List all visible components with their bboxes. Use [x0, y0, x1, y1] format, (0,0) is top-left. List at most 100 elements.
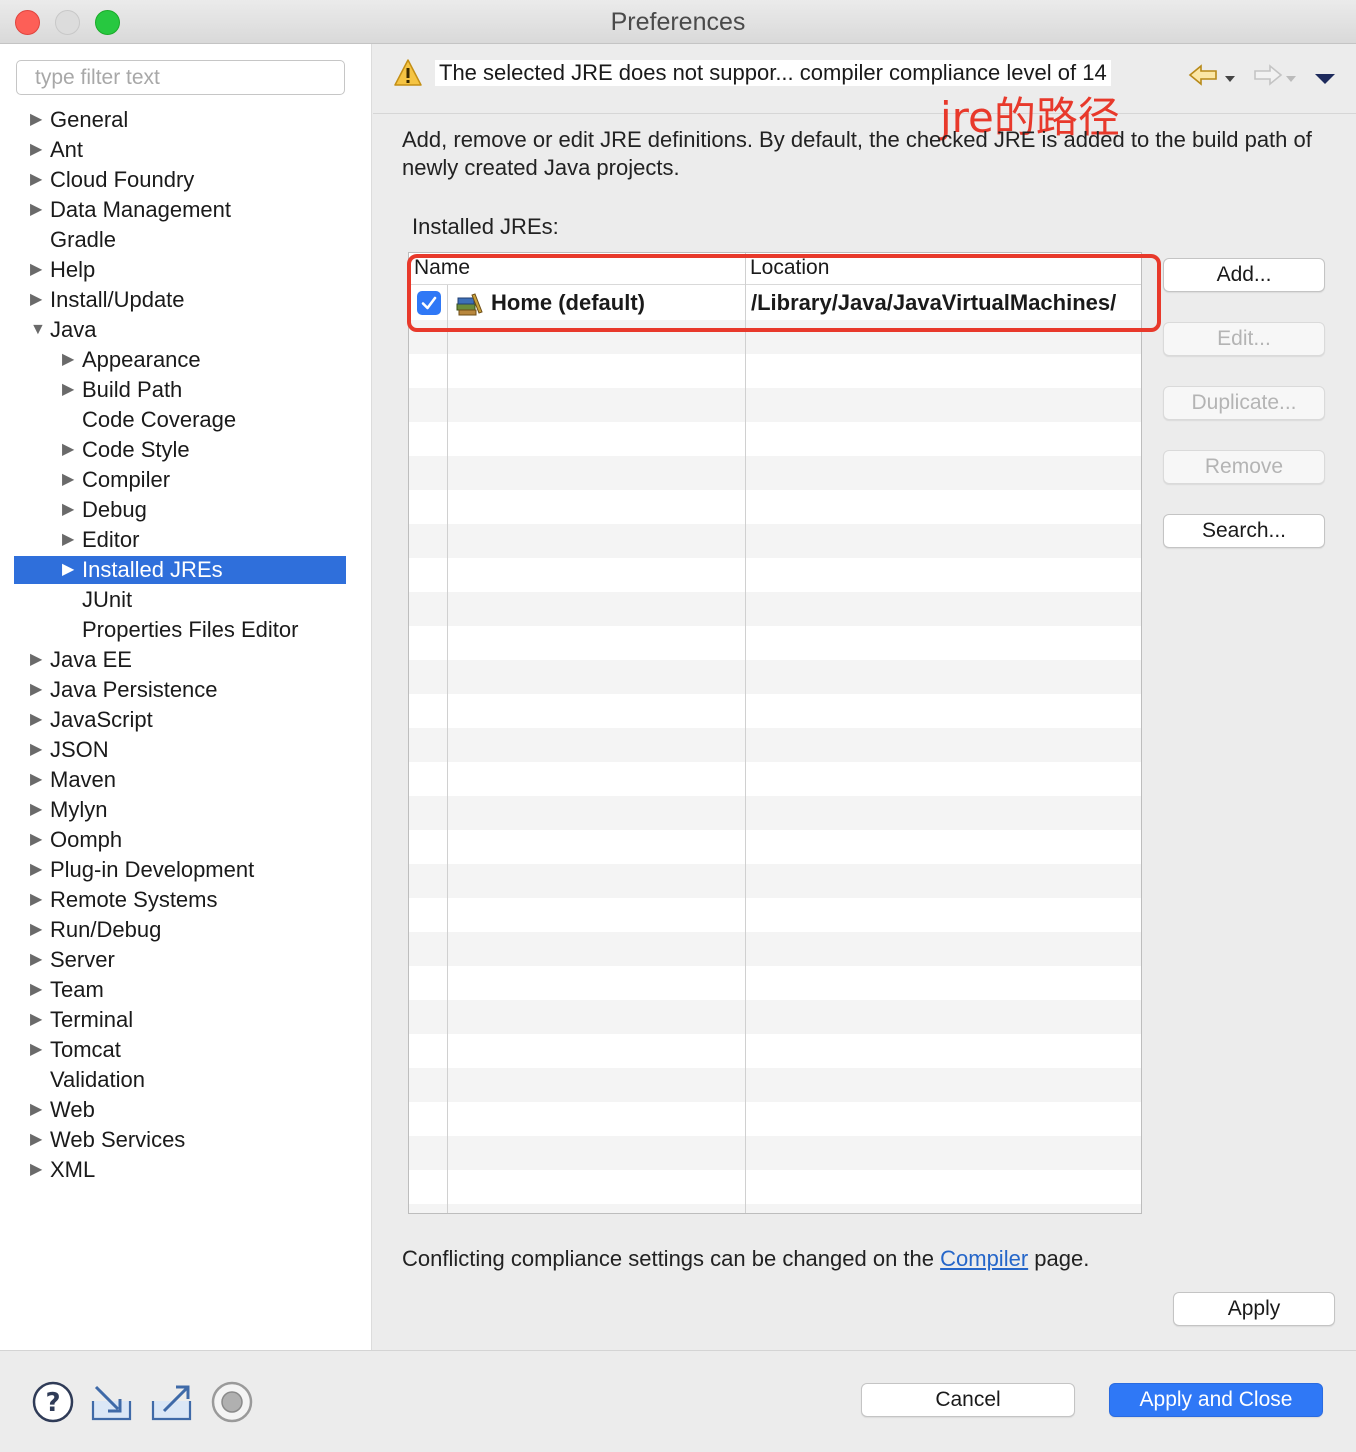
collapsed-arrow-icon[interactable]: ▶ — [30, 676, 42, 704]
record-icon[interactable] — [210, 1381, 254, 1423]
tree-item[interactable]: ▶ Java EE — [14, 646, 346, 674]
collapsed-arrow-icon[interactable]: ▶ — [30, 1126, 42, 1154]
empty-table-row — [409, 1204, 1141, 1213]
tree-item[interactable]: ▶ Cloud Foundry — [14, 166, 346, 194]
tree-item-label: JavaScript — [50, 707, 153, 732]
cancel-button[interactable]: Cancel — [861, 1383, 1075, 1417]
tree-item-label: Editor — [82, 527, 140, 552]
tree-item[interactable]: ▶ Terminal — [14, 1006, 346, 1034]
tree-item[interactable]: ▶ Tomcat — [14, 1036, 346, 1064]
tree-item[interactable]: ▶ Debug — [14, 496, 346, 524]
tree-item-label: Terminal — [50, 1007, 134, 1032]
collapsed-arrow-icon[interactable]: ▶ — [30, 136, 42, 164]
collapsed-arrow-icon[interactable]: ▶ — [30, 1096, 42, 1124]
view-menu-icon[interactable] — [1313, 72, 1337, 86]
tree-item-label: General — [50, 107, 129, 132]
collapsed-arrow-icon[interactable]: ▶ — [30, 856, 42, 884]
collapsed-arrow-icon[interactable]: ▶ — [30, 166, 42, 194]
tree-item[interactable]: ▶ Team — [14, 976, 346, 1004]
tree-item[interactable]: ▶ Data Management — [14, 196, 346, 224]
collapsed-arrow-icon[interactable]: ▶ — [30, 256, 42, 284]
collapsed-arrow-icon[interactable]: ▶ — [30, 706, 42, 734]
empty-table-row — [409, 524, 1141, 558]
remove-jre-button[interactable]: Remove — [1163, 450, 1325, 484]
tree-item[interactable]: ▶ General — [14, 106, 346, 134]
edit-jre-button[interactable]: Edit... — [1163, 322, 1325, 356]
duplicate-jre-button[interactable]: Duplicate... — [1163, 386, 1325, 420]
collapsed-arrow-icon[interactable]: ▶ — [62, 526, 74, 554]
back-arrow-icon[interactable] — [1188, 64, 1222, 86]
collapsed-arrow-icon[interactable]: ▶ — [30, 646, 42, 674]
forward-history-dropdown-icon[interactable] — [1285, 74, 1297, 84]
tree-item[interactable]: Properties Files Editor — [14, 616, 346, 644]
tree-item[interactable]: JUnit — [14, 586, 346, 614]
apply-button[interactable]: Apply — [1173, 1292, 1335, 1326]
tree-item[interactable]: ▶ Run/Debug — [14, 916, 346, 944]
tree-item[interactable]: ▼ Java — [14, 316, 346, 344]
collapsed-arrow-icon[interactable]: ▶ — [30, 916, 42, 944]
tree-item[interactable]: ▶ Code Style — [14, 436, 346, 464]
tree-item-label: Code Style — [82, 437, 190, 462]
tree-item[interactable]: ▶ Oomph — [14, 826, 346, 854]
tree-item[interactable]: ▶ JSON — [14, 736, 346, 764]
collapsed-arrow-icon[interactable]: ▶ — [30, 736, 42, 764]
collapsed-arrow-icon[interactable]: ▶ — [30, 976, 42, 1004]
collapsed-arrow-icon[interactable]: ▶ — [30, 106, 42, 134]
tree-item[interactable]: ▶ Ant — [14, 136, 346, 164]
collapsed-arrow-icon[interactable]: ▶ — [62, 556, 74, 584]
search-jre-button[interactable]: Search... — [1163, 514, 1325, 548]
tree-item-label: Help — [50, 257, 96, 282]
tree-item[interactable]: ▶ Help — [14, 256, 346, 284]
installed-jres-table[interactable]: Name Location Home (default) /Library/Ja… — [408, 252, 1142, 1214]
tree-item[interactable]: Validation — [14, 1066, 346, 1094]
tree-item[interactable]: Gradle — [14, 226, 346, 254]
tree-item[interactable]: ▶ Compiler — [14, 466, 346, 494]
tree-item[interactable]: ▶ Remote Systems — [14, 886, 346, 914]
tree-item[interactable]: ▶ Maven — [14, 766, 346, 794]
tree-item[interactable]: Code Coverage — [14, 406, 346, 434]
add-jre-button[interactable]: Add... — [1163, 258, 1325, 292]
tree-item-label: Plug-in Development — [50, 857, 255, 882]
tree-item[interactable]: ▶ XML — [14, 1156, 346, 1184]
tree-item[interactable]: ▶ Plug-in Development — [14, 856, 346, 884]
collapsed-arrow-icon[interactable]: ▶ — [30, 886, 42, 914]
tree-item[interactable]: ▶ Server — [14, 946, 346, 974]
collapsed-arrow-icon[interactable]: ▶ — [62, 346, 74, 374]
collapsed-arrow-icon[interactable]: ▶ — [30, 196, 42, 224]
tree-item[interactable]: ▶ Java Persistence — [14, 676, 346, 704]
collapsed-arrow-icon[interactable]: ▶ — [62, 376, 74, 404]
tree-item[interactable]: ▶ Editor — [14, 526, 346, 554]
collapsed-arrow-icon[interactable]: ▶ — [30, 1036, 42, 1064]
filter-input[interactable] — [16, 60, 345, 95]
forward-arrow-icon[interactable] — [1249, 64, 1283, 86]
collapsed-arrow-icon[interactable]: ▶ — [30, 286, 42, 314]
tree-item[interactable]: ▶ Appearance — [14, 346, 346, 374]
collapsed-arrow-icon[interactable]: ▶ — [30, 1006, 42, 1034]
tree-item[interactable]: ▶ Web — [14, 1096, 346, 1124]
tree-item[interactable]: ▶ Build Path — [14, 376, 346, 404]
apply-and-close-button[interactable]: Apply and Close — [1109, 1383, 1323, 1417]
help-icon[interactable]: ? — [32, 1381, 74, 1423]
empty-table-row — [409, 490, 1141, 524]
back-history-dropdown-icon[interactable] — [1224, 74, 1236, 84]
collapsed-arrow-icon[interactable]: ▶ — [30, 946, 42, 974]
tree-item-label: Maven — [50, 767, 117, 792]
collapsed-arrow-icon[interactable]: ▶ — [30, 1156, 42, 1184]
import-icon[interactable] — [90, 1381, 134, 1423]
collapsed-arrow-icon[interactable]: ▶ — [62, 466, 74, 494]
tree-item[interactable]: ▶ JavaScript — [14, 706, 346, 734]
export-icon[interactable] — [150, 1381, 194, 1423]
compiler-link[interactable]: Compiler — [940, 1246, 1028, 1271]
tree-item-label: Remote Systems — [50, 887, 218, 912]
collapsed-arrow-icon[interactable]: ▶ — [62, 436, 74, 464]
collapsed-arrow-icon[interactable]: ▶ — [30, 766, 42, 794]
tree-item[interactable]: ▶ Web Services — [14, 1126, 346, 1154]
collapsed-arrow-icon[interactable]: ▶ — [62, 496, 74, 524]
tree-item-label: Debug — [82, 497, 147, 522]
expanded-arrow-icon[interactable]: ▼ — [30, 316, 46, 344]
tree-item[interactable]: ▶ Mylyn — [14, 796, 346, 824]
tree-item[interactable]: ▶ Installed JREs — [14, 556, 346, 584]
collapsed-arrow-icon[interactable]: ▶ — [30, 826, 42, 854]
collapsed-arrow-icon[interactable]: ▶ — [30, 796, 42, 824]
tree-item[interactable]: ▶ Install/Update — [14, 286, 346, 314]
